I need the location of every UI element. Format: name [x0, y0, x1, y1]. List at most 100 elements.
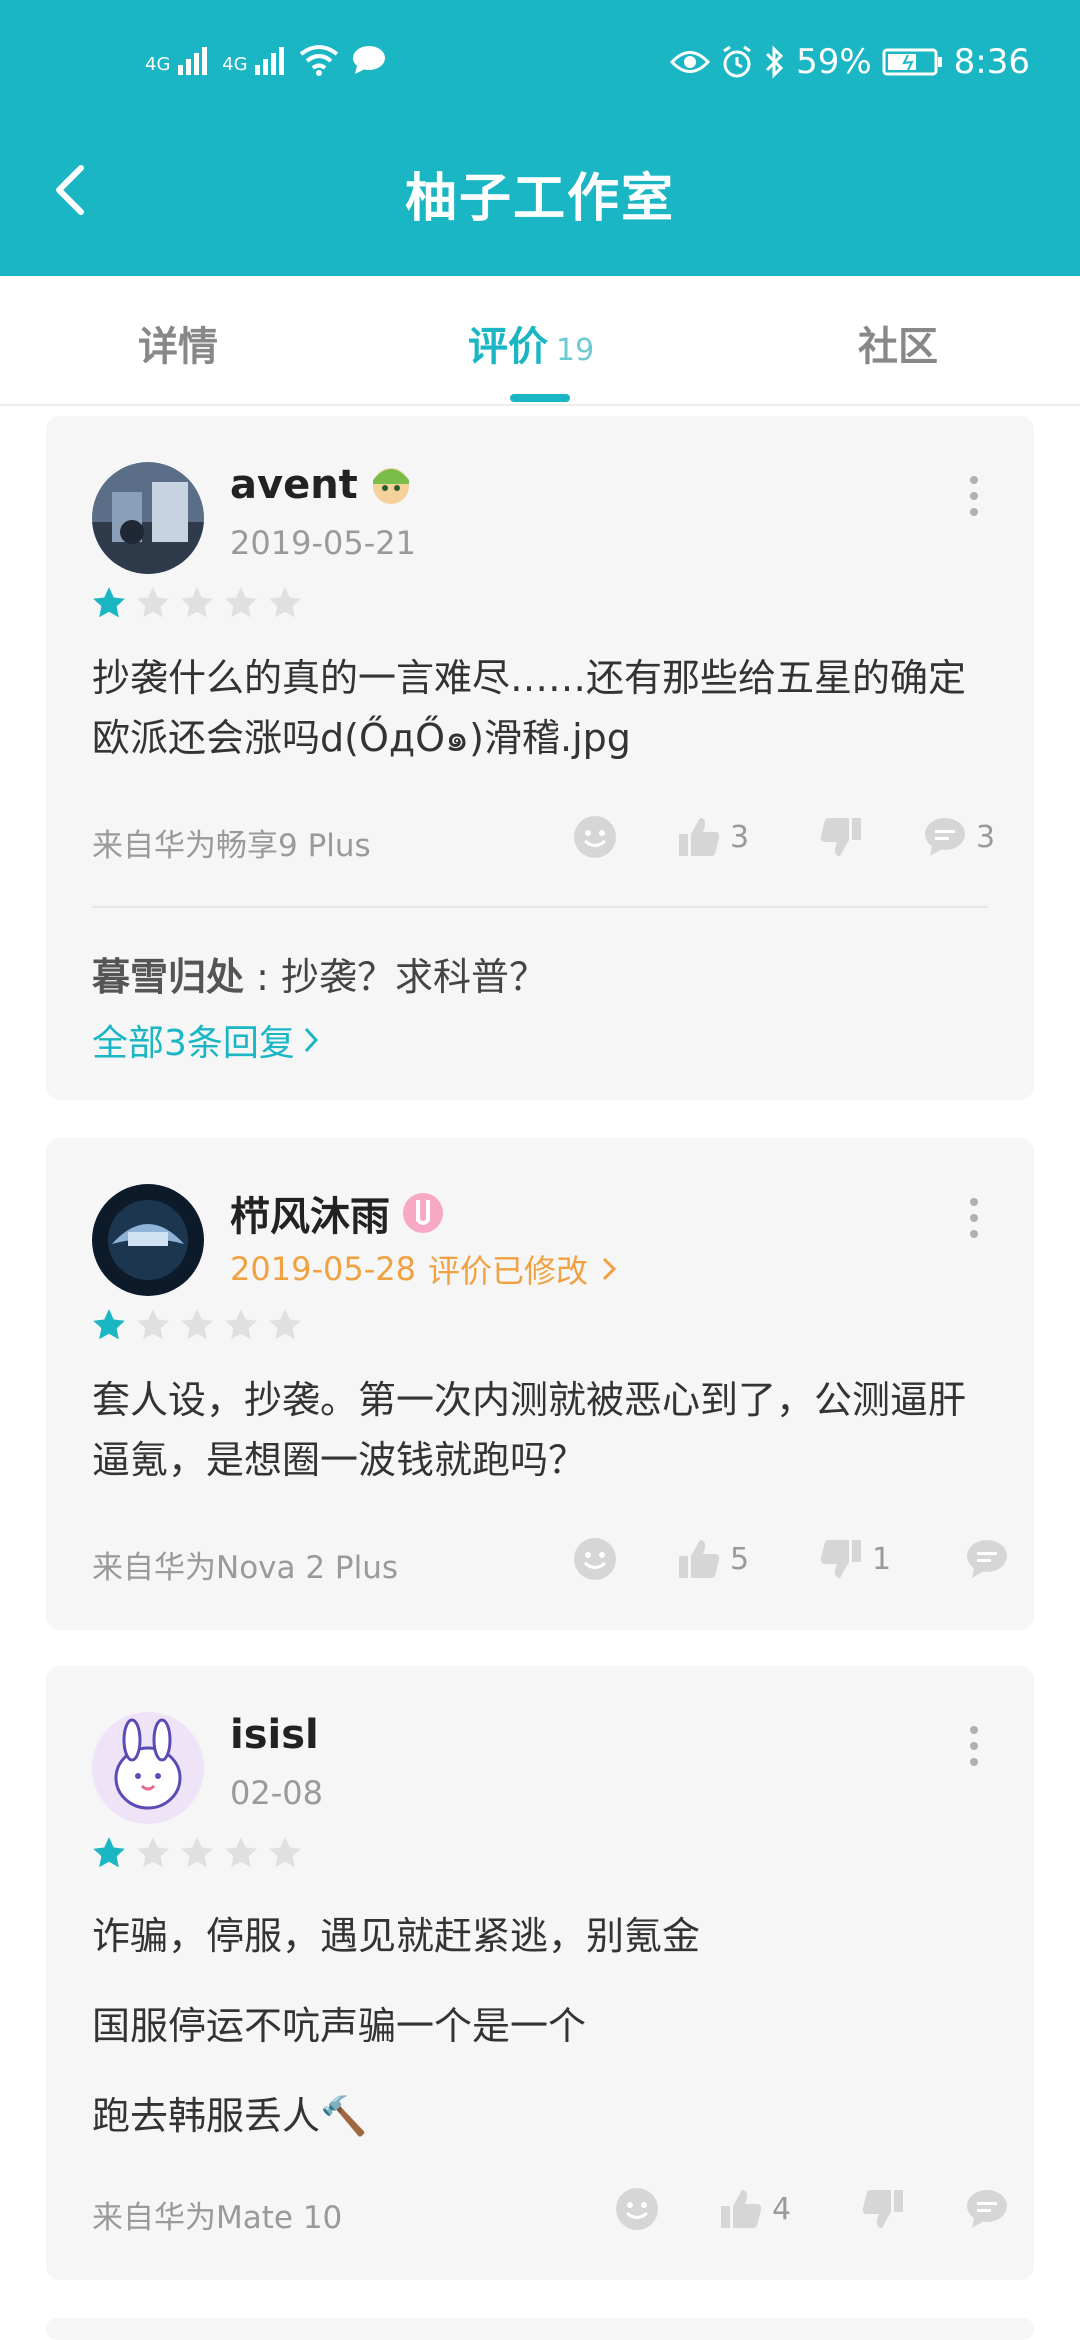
review-date: 02-08 [230, 1774, 323, 1812]
star-empty-icon [137, 1837, 169, 1868]
review-text: 跑去韩服丢人🔨 [92, 2094, 368, 2138]
username-text: 栉风沐雨 [230, 1194, 390, 1240]
thumbs-down-icon [820, 1540, 861, 1578]
thumbs-down-icon [820, 818, 861, 856]
star-empty-icon [269, 1309, 301, 1340]
star-empty-icon [137, 587, 169, 618]
star-empty-icon [137, 1309, 169, 1340]
device-label: 来自华为Nova 2 Plus [92, 1550, 399, 1586]
review-footer: 来自华为Mate 10 4 [92, 2186, 1007, 2236]
signal-icon-2: 4G [222, 45, 287, 75]
avatar[interactable] [92, 1712, 204, 1824]
star-empty-icon [269, 587, 301, 618]
username-text: isisl [230, 1712, 319, 1758]
review-date: 2019-05-21 [230, 524, 416, 562]
review-content[interactable]: 抄袭什么的真的一言难尽……还有那些给五星的确定欧派还会涨吗d(ŐдŐ๑)滑稽.j… [92, 648, 992, 798]
comment-icon [967, 2190, 1007, 2228]
star-filled-icon [93, 1837, 125, 1868]
tab-reviews-label: 评价 [468, 324, 548, 370]
star-empty-icon [225, 1309, 257, 1340]
star-empty-icon [269, 1837, 301, 1868]
review-date-text: 2019-05-28 [230, 1250, 416, 1288]
reply-text: 抄袭？求科普？ [280, 955, 547, 999]
review-card-partial [46, 2318, 1034, 2340]
alarm-icon [723, 45, 751, 78]
divider [92, 906, 988, 908]
like-button[interactable]: 5 [676, 1536, 749, 1582]
more-options-icon[interactable] [964, 1726, 984, 1766]
chevron-right-icon [304, 1027, 318, 1053]
review-text: 诈骗，停服，遇见就赶紧逃，别氪金 [92, 1914, 701, 1958]
comment-button[interactable] [964, 1536, 1010, 1582]
all-replies-label: 全部3条回复 [92, 1023, 295, 1064]
review-count: 19 [556, 333, 595, 368]
like-button[interactable]: 4 [718, 2186, 791, 2232]
tab-community[interactable]: 社区 [858, 314, 938, 372]
review-content[interactable]: 套人设，抄袭。第一次内测就被恶心到了，公测逼肝逼氪，是想圈一波钱就跑吗？ [92, 1370, 992, 1520]
emoji-react-button[interactable] [572, 814, 618, 860]
avatar[interactable] [92, 1184, 204, 1296]
review-text: 国服停运不吭声骗一个是一个 [92, 2004, 587, 2048]
like-count: 4 [772, 2191, 792, 2227]
thumbs-up-icon [679, 818, 720, 856]
like-button[interactable]: 3 [676, 814, 749, 860]
tab-indicator [510, 394, 570, 402]
status-bar: 4G 4G 59% 8:36 [0, 0, 1080, 130]
username[interactable]: avent [230, 462, 414, 508]
thumbs-down-icon [862, 2190, 903, 2228]
comment-icon [967, 1540, 1007, 1578]
star-filled-icon [93, 587, 125, 618]
review-text: 套人设，抄袭。第一次内测就被恶心到了，公测逼肝逼氪，是想圈一波钱就跑吗？ [92, 1378, 967, 1482]
more-options-icon[interactable] [964, 1198, 984, 1238]
app-header: 4G 4G 59% 8:36 柚子工作室 [0, 0, 1080, 276]
username[interactable]: isisl [230, 1712, 319, 1758]
dislike-count: 1 [872, 1541, 892, 1577]
rating-stars [90, 1306, 304, 1344]
dislike-button[interactable] [818, 814, 864, 860]
signal-icon: 4G [145, 45, 210, 75]
more-options-icon[interactable] [964, 476, 984, 516]
avatar[interactable] [92, 462, 204, 574]
reply-separator: : [244, 955, 281, 999]
review-content[interactable]: 诈骗，停服，遇见就赶紧逃，别氪金 国服停运不吭声骗一个是一个 跑去韩服丢人🔨 [92, 1906, 992, 2176]
emoji-icon [616, 2188, 658, 2230]
wifi-icon [300, 45, 339, 76]
tab-reviews[interactable]: 评价 19 [468, 314, 594, 372]
emoji-react-button[interactable] [614, 2186, 660, 2232]
reply-preview[interactable]: 暮雪归处 : 抄袭？求科普？ [92, 946, 547, 1001]
tab-bar: 详情 评价 19 社区 [0, 276, 1080, 406]
comment-count: 3 [976, 819, 996, 855]
tab-community-label: 社区 [858, 324, 938, 370]
star-empty-icon [181, 1837, 213, 1868]
emoji-react-button[interactable] [572, 1536, 618, 1582]
comment-button[interactable]: 3 [922, 814, 995, 860]
thumbs-up-icon [679, 1540, 720, 1578]
review-card: avent 2019-05-21 抄袭什么的真的一言难尽……还有那些给五星的确定… [46, 416, 1034, 1100]
review-date[interactable]: 2019-05-28 评价已修改 [230, 1246, 618, 1292]
reply-user: 暮雪归处 [92, 955, 245, 999]
tab-details-label: 详情 [138, 324, 218, 370]
review-card: 栉风沐雨 2019-05-28 评价已修改 套人设，抄袭。第一次内测就被恶心到了… [46, 1138, 1034, 1630]
status-right: 59% 8:36 [670, 42, 1030, 82]
username-text: avent [230, 462, 358, 508]
status-left: 4G 4G [145, 44, 387, 76]
all-replies-link[interactable]: 全部3条回复 [92, 1014, 321, 1066]
user-badge-icon [403, 1193, 443, 1233]
dislike-button[interactable] [860, 2186, 906, 2232]
star-filled-icon [93, 1309, 125, 1340]
battery-percent: 59% [796, 42, 872, 82]
network-type-label-2: 4G [222, 54, 248, 75]
chevron-right-icon [602, 1257, 617, 1281]
comment-button[interactable] [964, 2186, 1010, 2232]
review-card: isisl 02-08 诈骗，停服，遇见就赶紧逃，别氪金 国服停运不吭声骗一个是… [46, 1666, 1034, 2280]
emoji-icon [574, 1538, 616, 1580]
star-empty-icon [225, 1837, 257, 1868]
review-footer: 来自华为Nova 2 Plus 5 1 [92, 1536, 1007, 1586]
username[interactable]: 栉风沐雨 [230, 1184, 446, 1242]
like-count: 3 [730, 819, 750, 855]
review-text: 抄袭什么的真的一言难尽……还有那些给五星的确定欧派还会涨吗d(ŐдŐ๑)滑稽.j… [92, 656, 967, 760]
tab-details[interactable]: 详情 [138, 314, 218, 372]
dislike-button[interactable]: 1 [818, 1536, 891, 1582]
edited-label: 评价已修改 [427, 1252, 588, 1290]
star-empty-icon [181, 587, 213, 618]
